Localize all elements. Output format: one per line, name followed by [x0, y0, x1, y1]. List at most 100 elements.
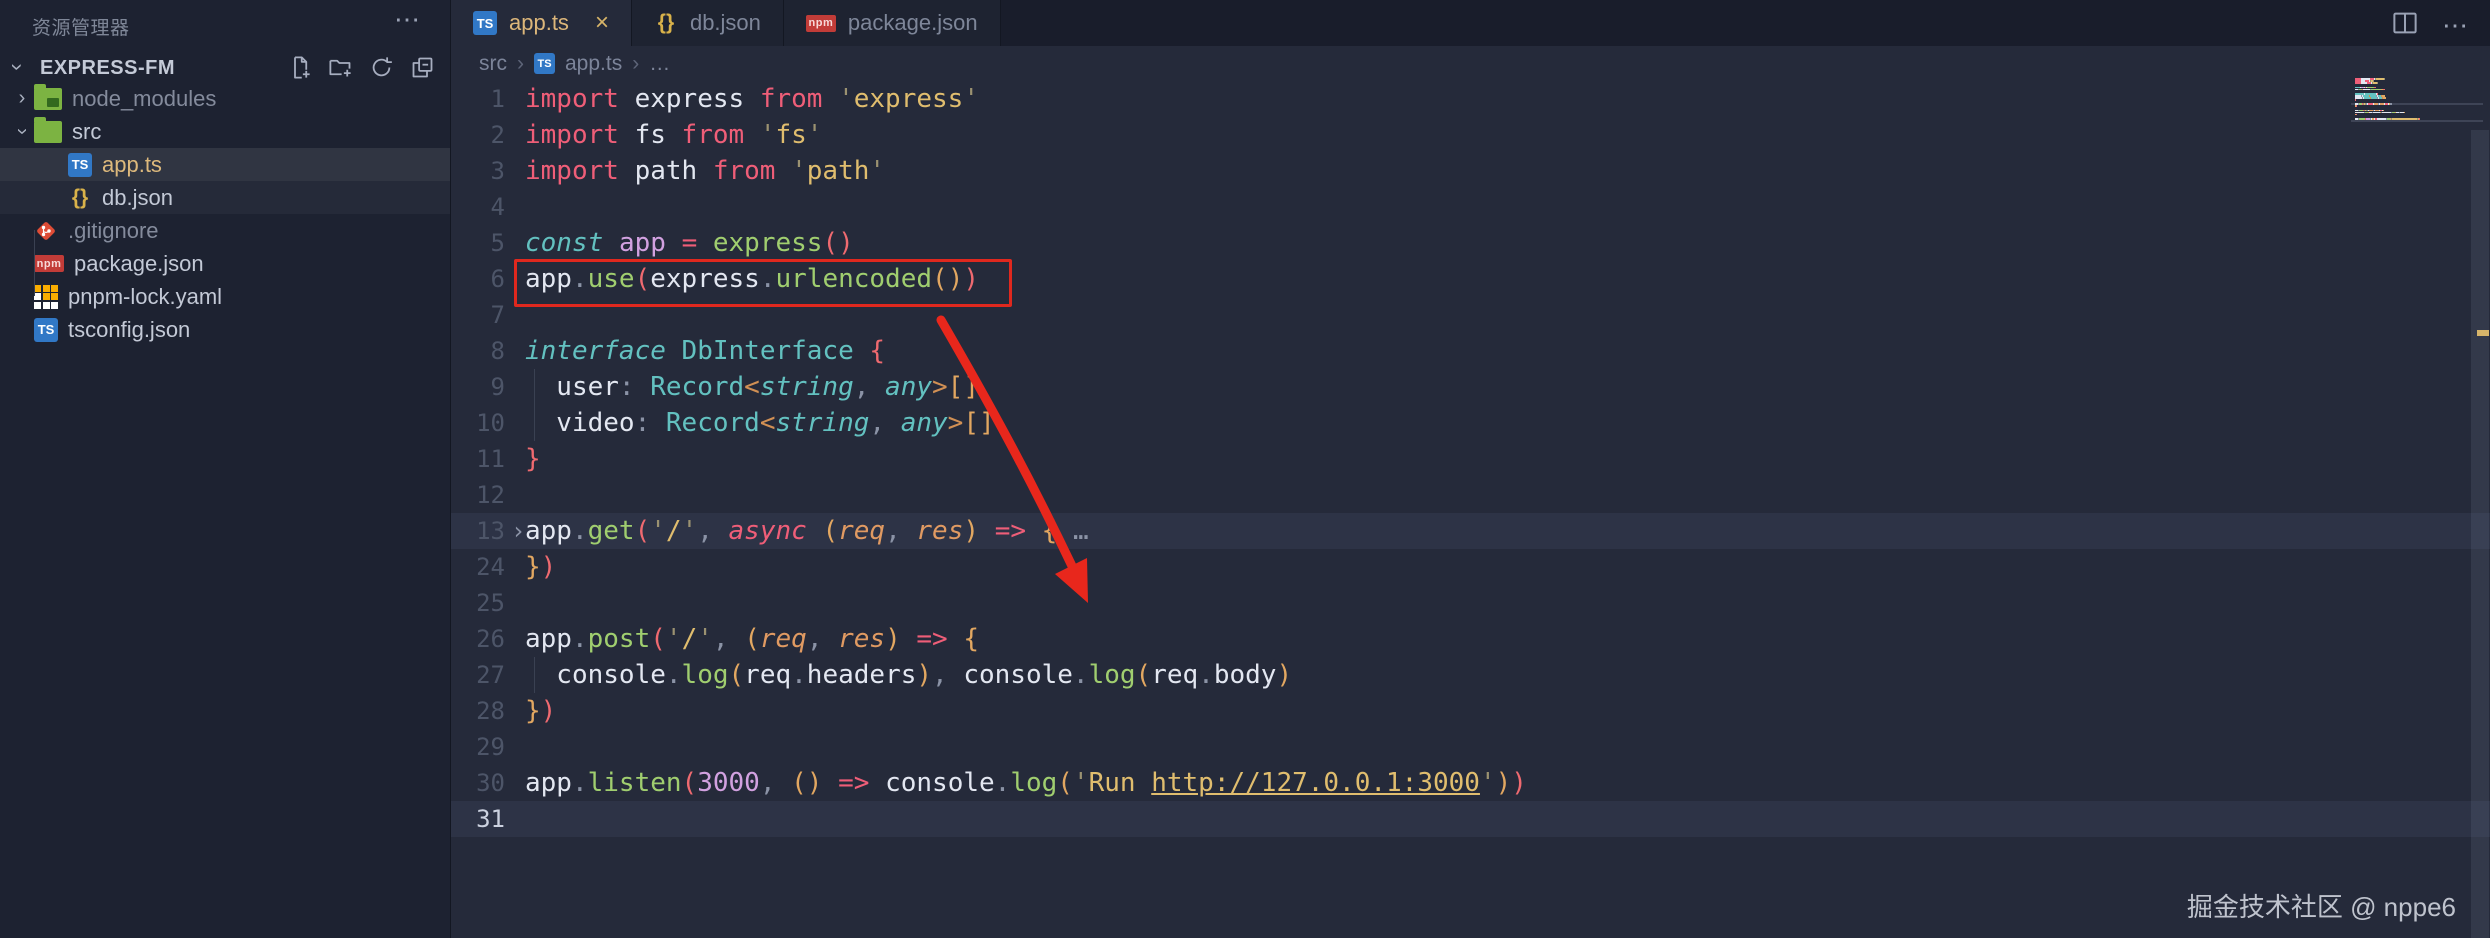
- line-number: 28: [476, 697, 505, 725]
- code-line-24[interactable]: 24}): [451, 549, 2490, 585]
- code-text: video: Record<string, any>[]: [525, 408, 995, 438]
- code-editor[interactable]: 1 import express from 'express' 2 import fs…: [451, 81, 2490, 837]
- breadcrumb-separator: ›: [517, 51, 524, 75]
- code-line-27[interactable]: 27 console.log(req.headers), console.log…: [451, 657, 2490, 693]
- explorer-sidebar: 资源管理器 ⋯ › EXPRESS-FM › node_modules › src TS…: [0, 0, 451, 938]
- line-number: 12: [476, 481, 505, 509]
- braces-icon: {}: [657, 11, 675, 34]
- explorer-title: 资源管理器: [32, 18, 130, 39]
- code-line-5[interactable]: 5 const app = express(): [451, 225, 2490, 261]
- file-tree: › node_modules › src TS app.ts {} db.json .gitig…: [0, 82, 450, 346]
- overview-ruler-modified-marker: [2477, 330, 2489, 336]
- file-label: app.ts: [102, 151, 162, 177]
- tree-indent-guide: [34, 230, 35, 296]
- file-label: db.json: [102, 184, 173, 210]
- pnpm-icon: [34, 284, 58, 309]
- code-indent-guide: [534, 369, 535, 441]
- breadcrumb-item[interactable]: src: [479, 52, 507, 76]
- line-number: 11: [476, 445, 505, 473]
- explorer-header: 资源管理器 ⋯: [0, 0, 450, 48]
- sidebar-item-node-modules[interactable]: › node_modules: [0, 82, 450, 115]
- file-label: node_modules: [72, 85, 217, 111]
- folder-src-icon: [34, 116, 62, 143]
- code-text: user: Record<string, any>[]: [525, 372, 979, 402]
- code-line-11[interactable]: 11}: [451, 441, 2490, 477]
- vertical-scrollbar[interactable]: [2471, 130, 2489, 938]
- npm-icon: npm: [34, 255, 64, 272]
- code-line-30[interactable]: 30 app.listen(3000, () => console.log('Ru…: [451, 765, 2490, 801]
- sidebar-item-db-json[interactable]: {} db.json: [0, 181, 450, 214]
- chevron-right-icon: ›: [18, 87, 26, 109]
- code-line-28[interactable]: 28}): [451, 693, 2490, 729]
- code-line-8[interactable]: 8 interface DbInterface {: [451, 333, 2490, 369]
- code-line-29[interactable]: 29: [451, 729, 2490, 765]
- sidebar-item-tsconfig-json[interactable]: TS tsconfig.json: [0, 313, 450, 346]
- minimap-line: [2351, 119, 2483, 122]
- code-text: console.log(req.headers), console.log(re…: [525, 660, 1293, 690]
- code-line-26[interactable]: 26 app.post('/', (req, res) => {: [451, 621, 2490, 657]
- code-line-3[interactable]: 3 import path from 'path': [451, 153, 2490, 189]
- line-number: 30: [476, 769, 505, 797]
- file-label: src: [72, 118, 102, 144]
- code-line-4[interactable]: 4: [451, 189, 2490, 225]
- code-line-2[interactable]: 2 import fs from 'fs': [451, 117, 2490, 153]
- line-number: 3: [490, 157, 505, 185]
- line-number: 4: [490, 193, 505, 221]
- code-text: const app = express(): [525, 228, 854, 258]
- code-line-9[interactable]: 9 user: Record<string, any>[]: [451, 369, 2490, 405]
- line-number: 2: [490, 121, 505, 149]
- editor-more-button[interactable]: ⋯: [2442, 10, 2470, 41]
- tab-db-json[interactable]: {} db.json: [631, 0, 784, 46]
- file-label: package.json: [74, 250, 204, 276]
- code-line-25[interactable]: 25: [451, 585, 2490, 621]
- code-text: import express from 'express': [525, 84, 979, 114]
- code-line-12[interactable]: 12: [451, 477, 2490, 513]
- code-line-13[interactable]: 13 › app.get('/', async (req, res) => { …: [451, 513, 2490, 549]
- code-text: import fs from 'fs': [525, 120, 823, 150]
- breadcrumb-item[interactable]: …: [649, 52, 670, 76]
- breadcrumb-item[interactable]: app.ts: [565, 52, 622, 76]
- watermark: 掘金技术社区 @ nppe6: [2186, 892, 2456, 922]
- sidebar-item--gitignore[interactable]: .gitignore: [0, 214, 450, 247]
- explorer-more-button[interactable]: ⋯: [394, 4, 422, 35]
- code-text: import path from 'path': [525, 156, 886, 186]
- sidebar-item-src[interactable]: › src: [0, 115, 450, 148]
- annotation-highlight-box: [514, 259, 1012, 307]
- tab-label: db.json: [689, 10, 761, 35]
- sidebar-item-pnpm-lock-yaml[interactable]: pnpm-lock.yaml: [0, 280, 450, 313]
- split-editor-icon[interactable]: [2390, 8, 2420, 43]
- sidebar-item-package-json[interactable]: npm package.json: [0, 247, 450, 280]
- code-text: }: [525, 444, 541, 474]
- line-number: 10: [476, 409, 505, 437]
- npm-icon: npm: [805, 14, 836, 32]
- code-text: }): [525, 552, 557, 582]
- editor-actions: ⋯: [2390, 8, 2470, 43]
- project-section-header[interactable]: › EXPRESS-FM: [0, 52, 450, 84]
- file-label: pnpm-lock.yaml: [68, 283, 223, 309]
- line-number: 24: [476, 553, 505, 581]
- line-number: 31: [476, 805, 505, 833]
- line-number: 9: [490, 373, 505, 401]
- minimap[interactable]: [2351, 78, 2483, 122]
- fold-chevron-icon[interactable]: ›: [511, 513, 525, 549]
- code-line-31[interactable]: 31: [451, 801, 2490, 837]
- code-line-10[interactable]: 10 video: Record<string, any>[]: [451, 405, 2490, 441]
- tab-label: app.ts: [509, 10, 569, 35]
- line-number: 6: [490, 265, 505, 293]
- tab-package-json[interactable]: npm package.json: [783, 0, 1001, 46]
- file-label: tsconfig.json: [68, 316, 191, 342]
- code-text: app.listen(3000, () => console.log('Run …: [525, 768, 1527, 798]
- sidebar-item-app-ts[interactable]: TS app.ts: [0, 148, 450, 181]
- editor-tab-bar: TS app.ts × {} db.json npm package.json: [451, 0, 2490, 49]
- ts-icon: TS: [473, 11, 497, 35]
- tab-label: package.json: [847, 10, 978, 35]
- file-label: .gitignore: [68, 217, 159, 243]
- line-number: 1: [490, 85, 505, 113]
- code-text: }): [525, 696, 557, 726]
- close-icon[interactable]: ×: [595, 9, 609, 37]
- code-line-1[interactable]: 1 import express from 'express': [451, 81, 2490, 117]
- line-number: 8: [490, 337, 505, 365]
- folder-npm-icon: [34, 83, 62, 110]
- tab-app-ts[interactable]: TS app.ts ×: [451, 0, 632, 49]
- code-text: interface DbInterface {: [525, 336, 886, 366]
